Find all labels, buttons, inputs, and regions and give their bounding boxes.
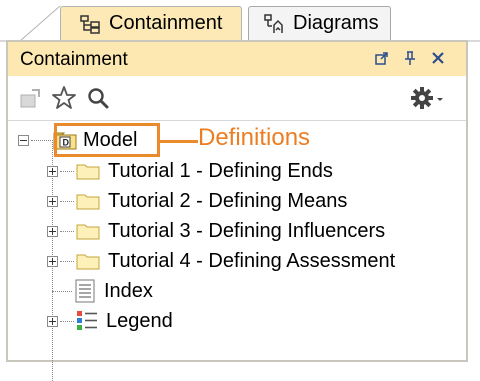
tree-connector (31, 139, 51, 141)
containment-panel: Containment D Model Definitions Tutorial… (6, 40, 468, 381)
tree-node-label: Tutorial 3 - Defining Influencers (108, 219, 386, 242)
tab-bar: Containment Diagrams (0, 0, 480, 42)
legend-icon (77, 311, 97, 330)
settings-gear-icon (411, 87, 433, 109)
favorites-button[interactable] (50, 84, 78, 112)
panel-header: Containment (8, 42, 466, 77)
tree-node-legend[interactable]: Legend (47, 307, 173, 335)
tab-containment[interactable]: Containment (60, 6, 242, 40)
definitions-callout-box (54, 123, 160, 157)
diagrams-icon (264, 13, 283, 33)
tree-node-tutorial-4[interactable]: Tutorial 4 - Defining Assessment (47, 247, 395, 275)
tree-node-index[interactable]: Index (52, 277, 153, 305)
chevron-down-icon (437, 98, 443, 101)
folder-icon (76, 164, 100, 180)
tree-node-label: Tutorial 1 - Defining Ends (108, 159, 333, 182)
new-element-button[interactable] (16, 84, 44, 112)
folder-icon (76, 224, 100, 240)
search-icon (88, 88, 109, 109)
tree-node-tutorial-3[interactable]: Tutorial 3 - Defining Influencers (47, 217, 385, 245)
tree-node-label: Index (104, 279, 153, 302)
folder-icon (76, 254, 100, 270)
expand-toggle[interactable] (47, 195, 58, 207)
expand-toggle[interactable] (47, 315, 58, 327)
tree-node-tutorial-1[interactable]: Tutorial 1 - Defining Ends (47, 157, 333, 185)
collapse-toggle[interactable] (18, 134, 29, 146)
settings-button[interactable] (410, 84, 456, 112)
tab-diagrams[interactable]: Diagrams (248, 6, 391, 40)
folder-icon (76, 194, 100, 210)
document-icon (75, 279, 95, 303)
pin-icon[interactable] (402, 50, 418, 66)
panel-title: Containment (20, 49, 128, 70)
definitions-callout-label: Definitions (198, 124, 311, 151)
favorites-star-icon (52, 86, 76, 109)
containment-tree-icon (80, 14, 100, 34)
close-icon[interactable] (430, 50, 446, 66)
expand-toggle[interactable] (47, 225, 58, 237)
tree-node-tutorial-2[interactable]: Tutorial 2 - Defining Means (47, 187, 347, 215)
containment-tree: D Model Definitions Tutorial 1 - Definin… (8, 122, 466, 381)
tree-node-label: Tutorial 2 - Defining Means (108, 189, 348, 212)
panel-toolbar (8, 76, 466, 121)
tab-diagrams-label: Diagrams (293, 12, 379, 34)
expand-toggle[interactable] (47, 255, 58, 267)
undock-icon[interactable] (374, 50, 390, 66)
new-element-icon (20, 89, 40, 108)
definitions-callout-line (160, 140, 198, 143)
expand-toggle[interactable] (47, 165, 58, 177)
search-button[interactable] (84, 84, 112, 112)
tree-node-label: Legend (106, 309, 173, 332)
tab-containment-label: Containment (109, 12, 223, 34)
tree-node-label: Tutorial 4 - Defining Assessment (108, 249, 396, 272)
